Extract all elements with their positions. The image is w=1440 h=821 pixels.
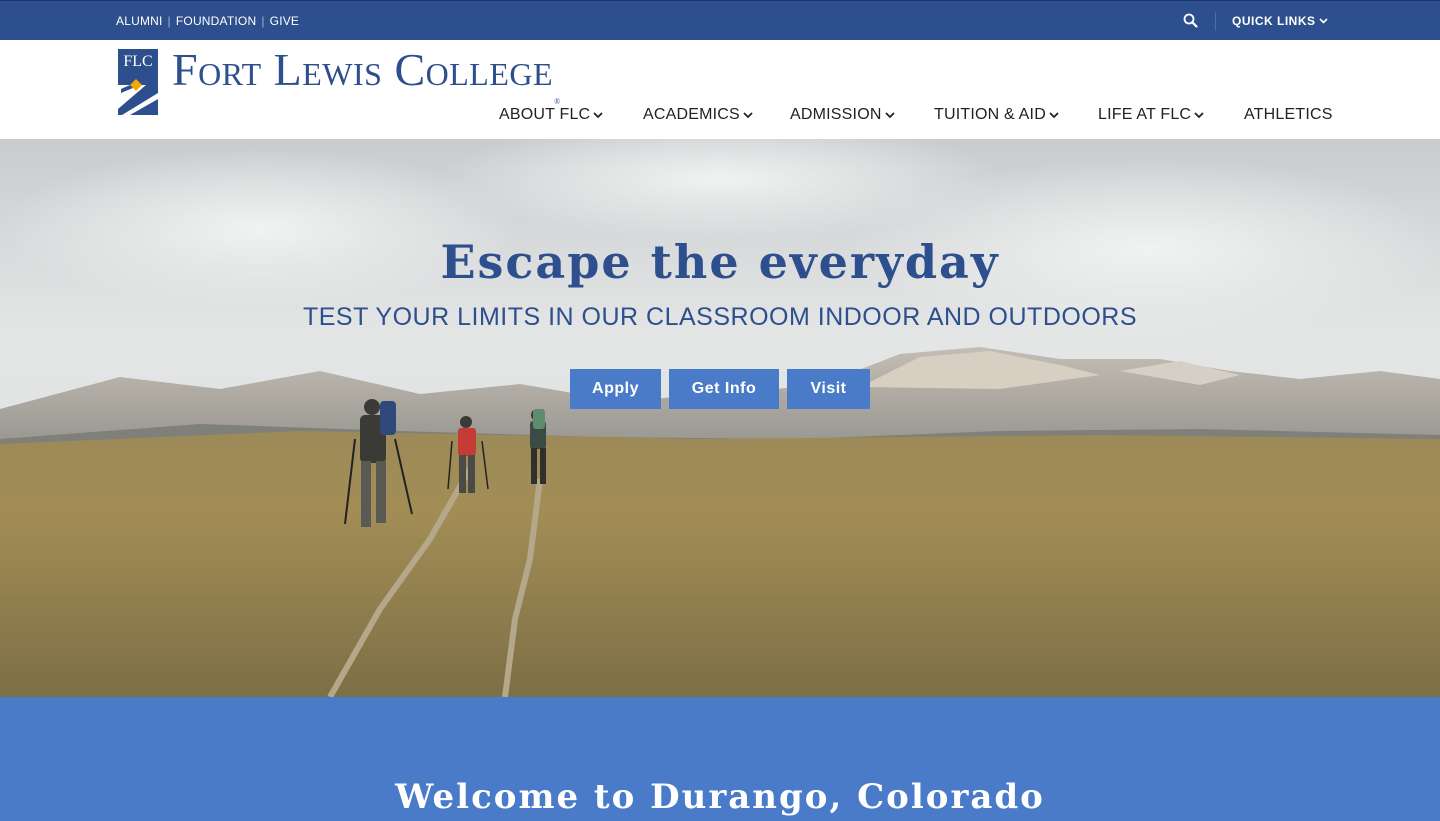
nav-about-flc[interactable]: ABOUT FLC	[499, 106, 603, 124]
logo-text: Fort Lewis College	[172, 44, 554, 95]
foundation-link[interactable]: FOUNDATION	[176, 14, 256, 28]
quick-links-label: QUICK LINKS	[1232, 14, 1316, 28]
separator: |	[261, 14, 265, 28]
chevron-down-icon	[1049, 111, 1059, 118]
nav-label: ADMISSION	[790, 106, 882, 123]
chevron-down-icon	[1194, 111, 1204, 118]
nav-athletics[interactable]: ATHLETICS	[1244, 106, 1333, 124]
search-icon	[1183, 13, 1198, 28]
logo-wordmark: Fort Lewis College®	[172, 44, 561, 107]
nav-label: ACADEMICS	[643, 106, 740, 123]
nav-label: LIFE AT FLC	[1098, 106, 1192, 123]
hero-banner: Escape the everyday TEST YOUR LIMITS IN …	[0, 139, 1440, 697]
chevron-down-icon	[743, 111, 753, 118]
get-info-button[interactable]: Get Info	[669, 369, 779, 409]
nav-label: TUITION & AID	[934, 106, 1046, 123]
welcome-title: Welcome to Durango, Colorado	[395, 777, 1045, 817]
nav-admission[interactable]: ADMISSION	[790, 106, 895, 124]
nav-academics[interactable]: ACADEMICS	[643, 106, 753, 124]
visit-button[interactable]: Visit	[787, 369, 870, 409]
site-header: FLC Fort Lewis College® ABOUT FLC ACADEM…	[0, 40, 1440, 139]
utility-bar: ALUMNI | FOUNDATION | GIVE QUICK LINKS	[0, 0, 1440, 40]
utility-divider	[1215, 12, 1216, 31]
hero-subtitle: TEST YOUR LIMITS IN OUR CLASSROOM INDOOR…	[302, 303, 1137, 331]
main-nav: ABOUT FLC ACADEMICS ADMISSION TUITION & …	[0, 106, 1440, 136]
nav-label: ATHLETICS	[1244, 106, 1333, 123]
quick-links-dropdown[interactable]: QUICK LINKS	[1232, 14, 1328, 28]
give-link[interactable]: GIVE	[270, 14, 299, 28]
svg-text:FLC: FLC	[123, 53, 152, 70]
hero-background-image	[0, 139, 1440, 697]
chevron-down-icon	[884, 111, 895, 118]
chevron-down-icon	[1318, 18, 1328, 24]
nav-life-at-flc[interactable]: LIFE AT FLC	[1098, 106, 1204, 124]
apply-button[interactable]: Apply	[570, 369, 661, 409]
chevron-down-icon	[593, 111, 603, 118]
alumni-link[interactable]: ALUMNI	[116, 14, 163, 28]
utility-links: ALUMNI | FOUNDATION | GIVE	[116, 14, 299, 28]
registered-mark: ®	[554, 97, 561, 106]
separator: |	[167, 14, 171, 28]
search-button[interactable]	[1182, 12, 1200, 30]
hero-title: Escape the everyday	[440, 235, 1000, 289]
nav-tuition-aid[interactable]: TUITION & AID	[934, 106, 1059, 124]
welcome-section: Welcome to Durango, Colorado	[0, 697, 1440, 821]
nav-label: ABOUT FLC	[499, 106, 591, 123]
